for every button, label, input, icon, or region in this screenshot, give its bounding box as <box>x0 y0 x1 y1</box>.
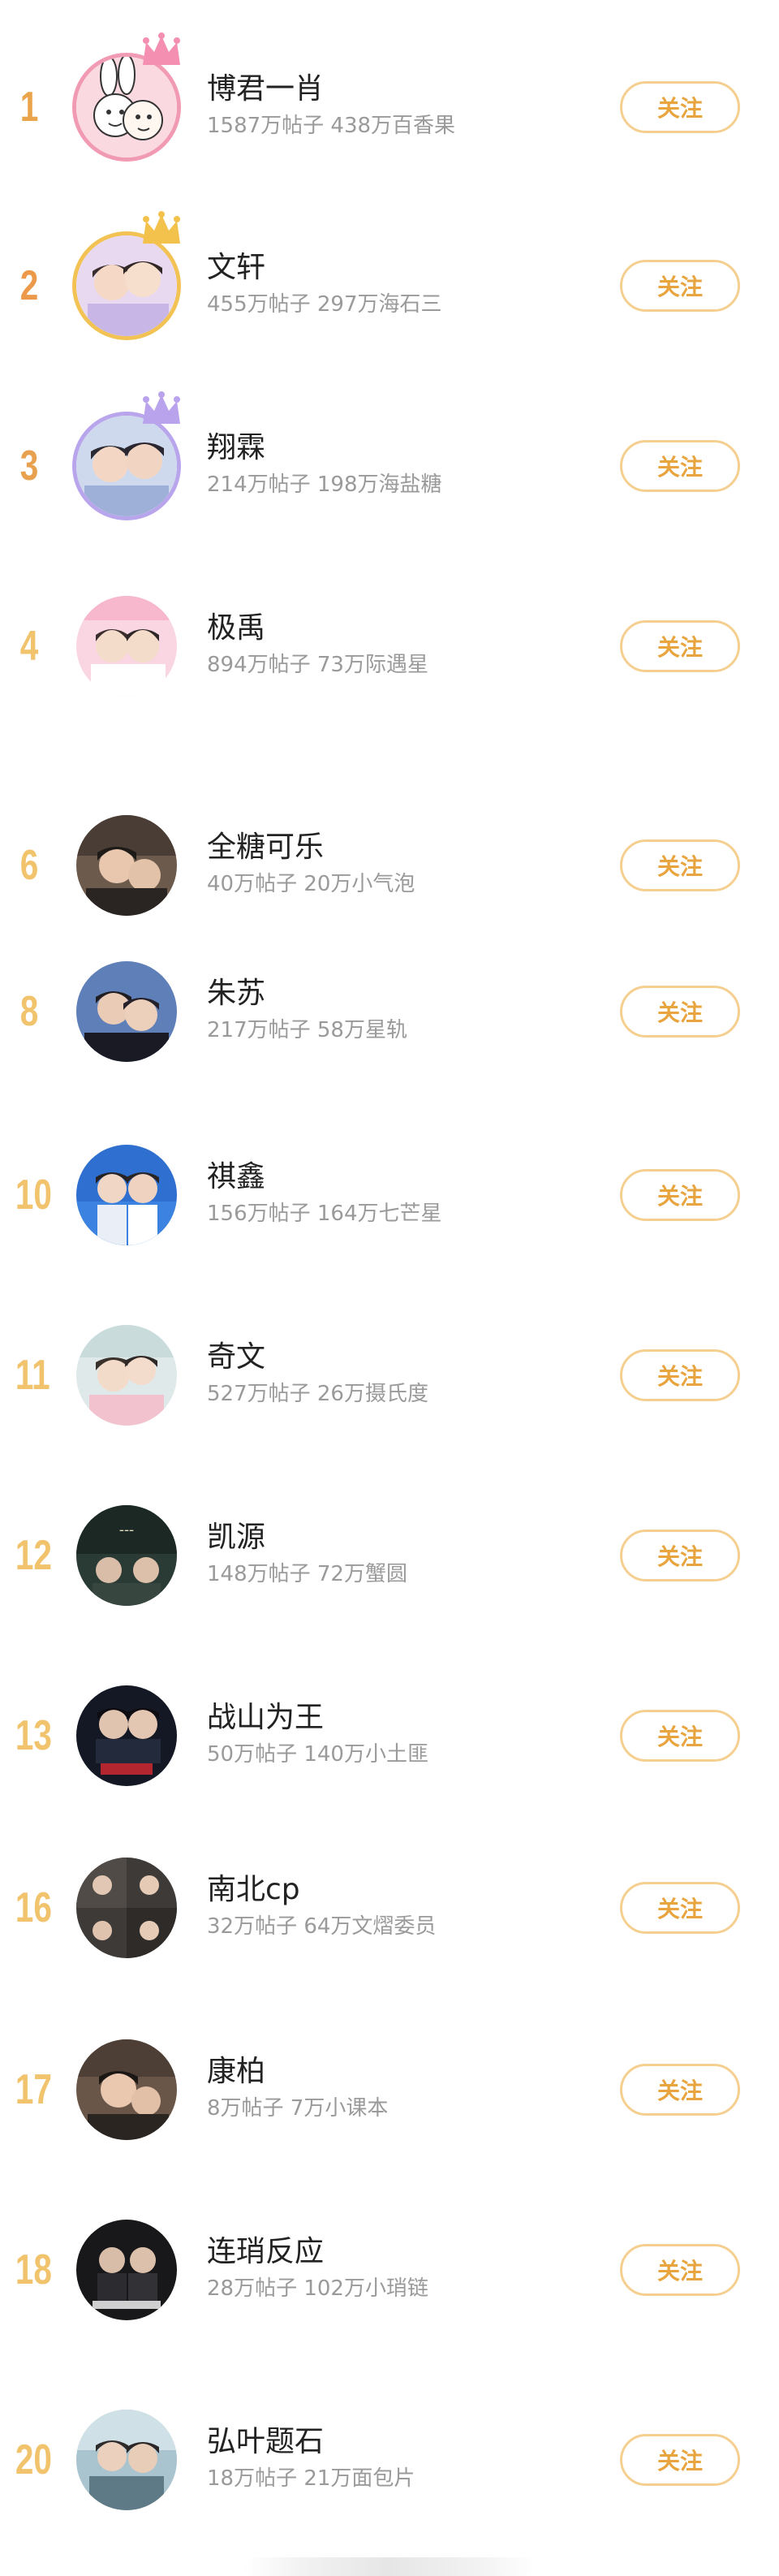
list-item[interactable]: 6 全糖可乐 40万帖子 20万小气泡 关注 <box>0 784 779 947</box>
avatar[interactable] <box>76 596 177 697</box>
topic-name[interactable]: 翔霖 <box>207 430 265 466</box>
topic-name[interactable]: 南北cp <box>207 1872 300 1908</box>
list-item[interactable]: 11 奇文 527万帖子 26万摄氏度 关注 <box>0 1294 779 1456</box>
topic-stats: 527万帖子 26万摄氏度 <box>207 1382 428 1406</box>
follow-button[interactable]: 关注 <box>620 986 740 1038</box>
topic-name[interactable]: 弘叶题石 <box>207 2424 324 2460</box>
rank-number: 12 <box>15 1532 52 1579</box>
follow-button[interactable]: 关注 <box>620 1882 740 1934</box>
rank-number: 1 <box>19 84 39 131</box>
topic-name[interactable]: 朱苏 <box>207 976 265 1012</box>
topic-stats: 894万帖子 73万际遇星 <box>207 653 428 677</box>
rank-number: 3 <box>19 442 39 490</box>
topic-stats: 18万帖子 21万面包片 <box>207 2466 415 2491</box>
follow-button[interactable]: 关注 <box>620 440 740 492</box>
list-item[interactable]: 2 文轩 455万帖子 297万海石三 关注 <box>0 205 779 367</box>
follow-button[interactable]: 关注 <box>620 1349 740 1401</box>
follow-button[interactable]: 关注 <box>620 1169 740 1221</box>
avatar[interactable] <box>72 211 181 340</box>
follow-button[interactable]: 关注 <box>620 81 740 133</box>
topic-stats: 1587万帖子 438万百香果 <box>207 114 456 138</box>
topic-name[interactable]: 连琑反应 <box>207 2234 324 2270</box>
follow-button[interactable]: 关注 <box>620 2244 740 2296</box>
topic-stats: 8万帖子 7万小课本 <box>207 2096 389 2121</box>
rank-number: 4 <box>19 623 39 670</box>
avatar[interactable] <box>72 32 181 162</box>
rank-number: 16 <box>15 1884 52 1931</box>
avatar[interactable] <box>76 1145 177 1245</box>
list-item[interactable]: 4 极禹 894万帖子 73万际遇星 关注 <box>0 565 779 727</box>
follow-button[interactable]: 关注 <box>620 2434 740 2486</box>
topic-name[interactable]: 凯源 <box>207 1520 265 1556</box>
purple-crown-icon <box>143 391 180 424</box>
list-item[interactable]: 16 南北cp 32万帖子 64万文熠委员 关注 <box>0 1827 779 1989</box>
topic-stats: 214万帖子 198万海盐糖 <box>207 472 442 497</box>
topic-stats: 40万帖子 20万小气泡 <box>207 872 415 896</box>
avatar[interactable] <box>76 2039 177 2140</box>
topic-name[interactable]: 文轩 <box>207 250 265 286</box>
follow-button[interactable]: 关注 <box>620 1710 740 1762</box>
avatar[interactable] <box>76 815 177 916</box>
topic-name[interactable]: 博君一肖 <box>207 71 324 107</box>
avatar[interactable] <box>76 1685 177 1786</box>
topic-name[interactable]: 极禹 <box>207 611 265 646</box>
rank-number: 17 <box>15 2066 52 2113</box>
svg-text:---: --- <box>119 1521 134 1538</box>
rank-number: 10 <box>15 1171 52 1219</box>
avatar[interactable] <box>76 2220 177 2320</box>
topic-stats: 455万帖子 297万海石三 <box>207 292 442 317</box>
rank-number: 8 <box>19 988 39 1035</box>
avatar[interactable] <box>72 391 181 520</box>
avatar[interactable] <box>76 1858 177 1958</box>
list-item[interactable]: 17 康柏 8万帖子 7万小课本 关注 <box>0 2009 779 2171</box>
follow-button[interactable]: 关注 <box>620 2064 740 2116</box>
follow-button[interactable]: 关注 <box>620 1530 740 1581</box>
topic-stats: 148万帖子 72万蟹圆 <box>207 1562 407 1586</box>
avatar[interactable] <box>76 2410 177 2510</box>
rank-number: 13 <box>15 1712 52 1759</box>
follow-button[interactable]: 关注 <box>620 260 740 312</box>
list-item[interactable]: 1 博君一肖 1587万帖子 438万百香果 关注 <box>0 26 779 188</box>
list-item[interactable]: 3 翔霖 214万帖子 198万海盐糖 关注 <box>0 385 779 547</box>
topic-stats: 28万帖子 102万小琑链 <box>207 2276 428 2301</box>
follow-button[interactable]: 关注 <box>620 839 740 891</box>
topic-stats: 217万帖子 58万星轨 <box>207 1018 407 1042</box>
topic-name[interactable]: 全糖可乐 <box>207 830 324 865</box>
list-item[interactable]: 10 祺鑫 156万帖子 164万七芒星 关注 <box>0 1114 779 1276</box>
bottom-fade-bar <box>243 2557 536 2576</box>
follow-button[interactable]: 关注 <box>620 620 740 672</box>
topic-stats: 156万帖子 164万七芒星 <box>207 1202 442 1226</box>
topic-name[interactable]: 康柏 <box>207 2054 265 2090</box>
rank-number: 2 <box>19 262 39 309</box>
topic-stats: 32万帖子 64万文熠委员 <box>207 1914 437 1939</box>
list-item[interactable]: 18 连琑反应 28万帖子 102万小琑链 关注 <box>0 2189 779 2351</box>
avatar[interactable] <box>76 1325 177 1426</box>
rank-number: 20 <box>15 2436 52 2483</box>
list-item[interactable]: 20 弘叶题石 18万帖子 21万面包片 关注 <box>0 2379 779 2541</box>
list-item[interactable]: 8 朱苏 217万帖子 58万星轨 关注 <box>0 930 779 1093</box>
avatar[interactable]: --- <box>76 1505 177 1606</box>
topic-name[interactable]: 战山为王 <box>207 1700 324 1736</box>
list-item[interactable]: 13 战山为王 50万帖子 140万小土匪 关注 <box>0 1655 779 1817</box>
topic-stats: 50万帖子 140万小土匪 <box>207 1742 428 1767</box>
topic-name[interactable]: 祺鑫 <box>207 1159 265 1195</box>
rank-number: 18 <box>15 2246 52 2293</box>
avatar[interactable] <box>76 961 177 1062</box>
supertopic-ranking-list: 1 博君一肖 1587万帖子 438万百香果 关注 2 文轩 455万帖子 29… <box>0 0 779 2576</box>
rank-number: 6 <box>19 842 39 889</box>
list-item[interactable]: 12 --- 凯源 148万帖子 72万蟹圆 关注 <box>0 1474 779 1637</box>
topic-name[interactable]: 奇文 <box>207 1340 265 1375</box>
rank-number: 11 <box>15 1352 50 1399</box>
pink-crown-icon <box>143 32 180 65</box>
gold-crown-icon <box>143 211 180 244</box>
